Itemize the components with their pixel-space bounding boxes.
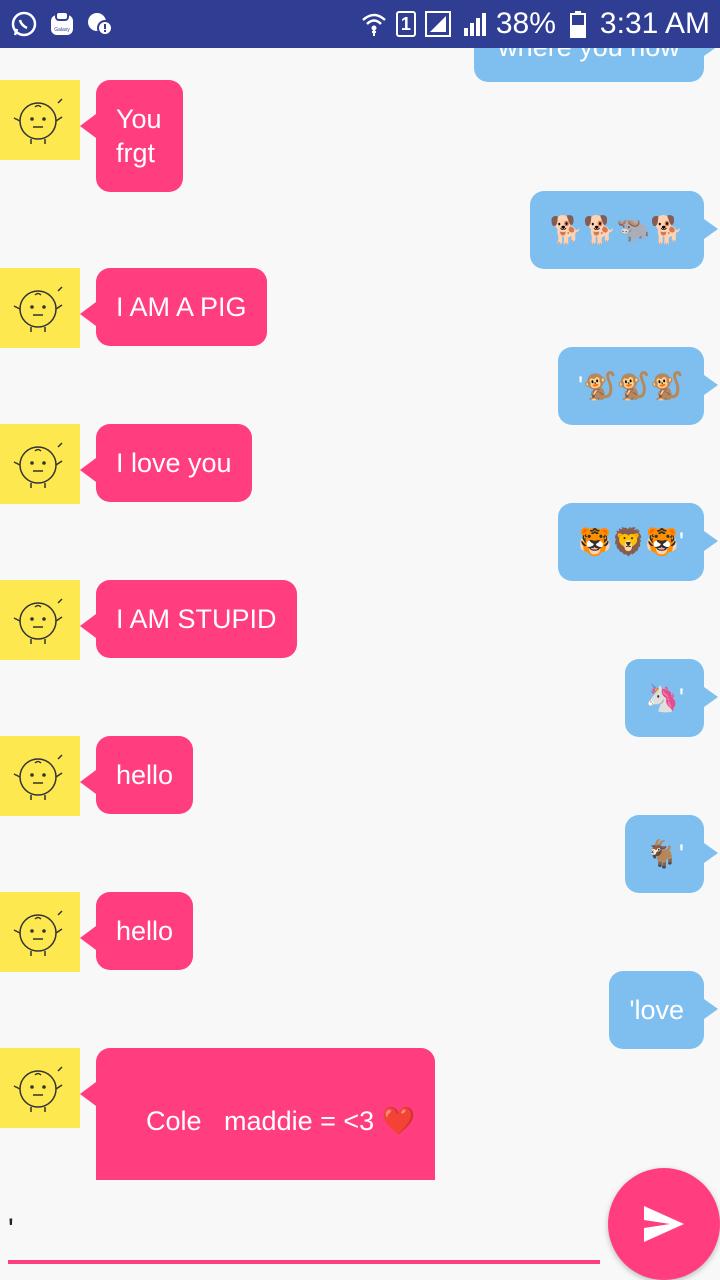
user-message[interactable]: '🐒🐒🐒 xyxy=(557,347,719,425)
galaxy-label: Galaxy xyxy=(54,27,70,33)
send-icon xyxy=(644,1206,684,1242)
bot-message[interactable]: I love you xyxy=(80,424,252,502)
message-text: You frgt xyxy=(116,104,162,168)
bot-avatar xyxy=(0,1048,80,1128)
chat-alert-icon xyxy=(86,10,114,38)
clock: 3:31 AM xyxy=(599,7,710,40)
message-text: 🐯🦁🐯' xyxy=(577,527,684,557)
battery-percent: 38% xyxy=(495,7,556,40)
simsimi-face-icon xyxy=(13,1066,63,1112)
message-text: I love you xyxy=(116,448,232,478)
message-text: '🐒🐒🐒 xyxy=(577,371,684,401)
sim-indicator: 1 xyxy=(395,11,416,37)
bot-message[interactable]: I AM STUPID xyxy=(80,580,297,658)
input-underline xyxy=(8,1260,600,1264)
simsimi-face-icon xyxy=(13,754,63,800)
message-text: hello xyxy=(116,916,174,946)
user-message[interactable]: where you now xyxy=(474,48,718,82)
message-text: 🐐' xyxy=(645,839,684,869)
bot-message[interactable]: Cole maddie = <3 ❤️ xyxy=(79,1048,436,1180)
battery-icon xyxy=(564,10,592,38)
bot-message[interactable]: I AM A PIG xyxy=(80,268,267,346)
galaxy-app-icon: Galaxy xyxy=(48,10,76,38)
bot-message[interactable]: hello xyxy=(79,736,194,814)
bot-message[interactable]: hello xyxy=(79,892,194,970)
message-text: Cole maddie = <3 ❤️ xyxy=(146,1106,416,1136)
user-message[interactable]: 🐐' xyxy=(625,815,718,893)
message-input[interactable] xyxy=(8,1200,600,1260)
bot-avatar xyxy=(0,80,80,160)
message-text: 'love xyxy=(629,995,684,1025)
bot-avatar xyxy=(0,892,80,972)
bot-avatar xyxy=(0,580,80,660)
message-text: I AM STUPID xyxy=(116,604,277,634)
wifi-icon xyxy=(360,10,388,38)
simsimi-face-icon xyxy=(13,442,63,488)
compose-bar xyxy=(0,1168,720,1280)
message-text: I AM A PIG xyxy=(116,292,247,322)
status-bar: Galaxy 1 38% 3:31 AM xyxy=(0,0,720,48)
signal-bars-icon xyxy=(460,10,488,38)
simsimi-face-icon xyxy=(13,598,63,644)
notification-icons: Galaxy xyxy=(10,10,114,38)
send-button[interactable] xyxy=(608,1168,720,1280)
bot-avatar xyxy=(0,424,80,504)
signal-icon xyxy=(424,10,452,38)
bot-message[interactable]: You frgt xyxy=(80,80,183,192)
simsimi-face-icon xyxy=(13,286,63,332)
message-text: hello xyxy=(116,760,174,790)
user-message[interactable]: 🐯🦁🐯' xyxy=(557,503,719,581)
bot-avatar xyxy=(0,736,80,816)
simsimi-face-icon xyxy=(13,910,63,956)
whatsapp-icon xyxy=(10,10,38,38)
simsimi-face-icon xyxy=(13,98,63,144)
user-message[interactable]: 'love xyxy=(609,971,718,1049)
system-status: 1 38% 3:31 AM xyxy=(360,7,710,41)
chat-area[interactable]: where you now You frgt 🐕🐕🐃🐕 I AM A PIG '… xyxy=(0,48,720,1180)
message-text: where you now xyxy=(498,48,680,62)
bot-avatar xyxy=(0,268,80,348)
message-text: 🦄' xyxy=(645,683,684,713)
user-message[interactable]: 🐕🐕🐃🐕 xyxy=(529,191,719,269)
user-message[interactable]: 🦄' xyxy=(625,659,718,737)
message-text: 🐕🐕🐃🐕 xyxy=(549,215,684,245)
